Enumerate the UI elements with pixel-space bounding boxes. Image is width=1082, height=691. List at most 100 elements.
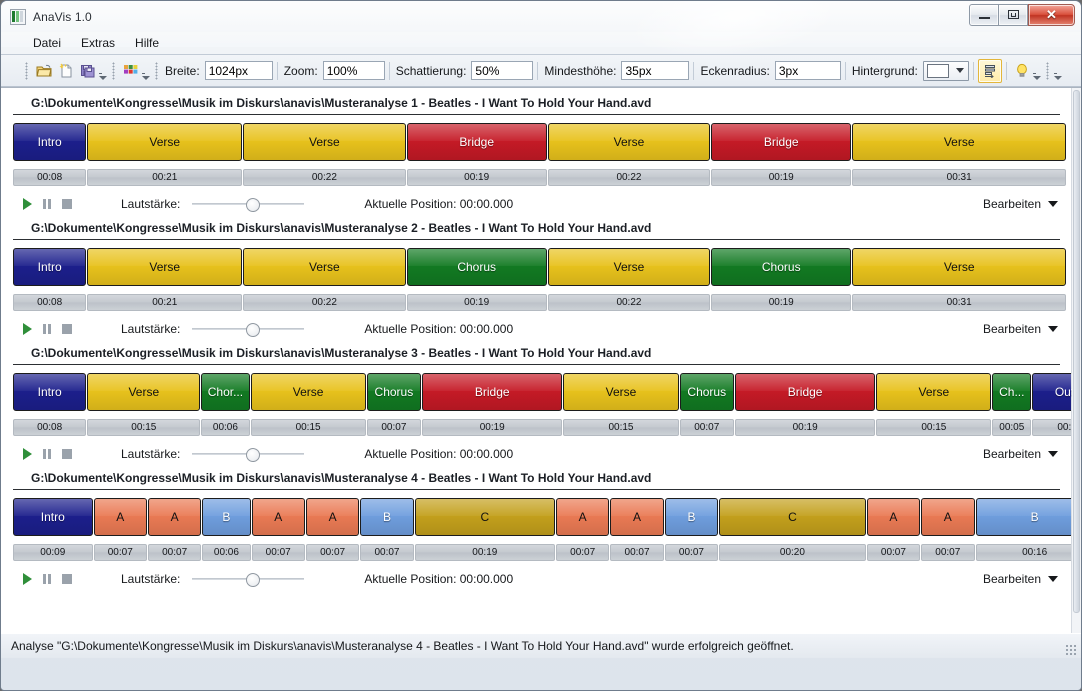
palette-toolbar-overflow-icon[interactable] xyxy=(142,60,153,82)
play-button[interactable] xyxy=(17,194,37,214)
maximize-button[interactable] xyxy=(999,3,1028,26)
segment-block[interactable]: C xyxy=(414,498,555,536)
segment-label: Verse xyxy=(918,385,950,399)
volume-slider[interactable] xyxy=(192,570,305,588)
pause-button[interactable] xyxy=(37,319,57,339)
play-button[interactable] xyxy=(17,569,37,589)
color-palette-icon[interactable] xyxy=(120,60,142,82)
segment-label: Verse xyxy=(943,135,975,149)
pause-button[interactable] xyxy=(37,444,57,464)
segment-block[interactable]: C xyxy=(719,498,866,536)
segment-block[interactable]: Verse xyxy=(87,373,201,411)
stop-button[interactable] xyxy=(57,319,77,339)
segment-block[interactable]: Intro xyxy=(13,373,87,411)
edit-menu-button[interactable]: Bearbeiten xyxy=(983,447,1060,461)
segment-block[interactable]: Intro xyxy=(13,123,87,161)
segment-block[interactable]: B xyxy=(975,498,1072,536)
schattierung-input[interactable] xyxy=(471,61,534,80)
duration-cell: 00:07 xyxy=(679,419,734,436)
palette-toolbar-grip[interactable] xyxy=(112,61,115,80)
volume-slider[interactable] xyxy=(192,320,305,338)
slider-knob[interactable] xyxy=(246,448,261,462)
file-toolbar-overflow-icon[interactable] xyxy=(99,60,110,82)
segment-block[interactable]: Verse xyxy=(87,123,243,161)
segment-block[interactable]: Verse xyxy=(876,373,992,411)
segment-block[interactable]: Verse xyxy=(250,373,366,411)
segment-block[interactable]: A xyxy=(921,498,975,536)
segment-block[interactable]: Chorus xyxy=(406,248,547,286)
segment-block[interactable]: Chorus xyxy=(711,248,852,286)
stop-icon xyxy=(62,449,72,459)
segment-block[interactable]: Chor... xyxy=(201,373,250,411)
eckenradius-input[interactable] xyxy=(774,61,841,80)
slider-knob[interactable] xyxy=(246,198,261,212)
segment-block[interactable]: Verse xyxy=(852,248,1066,286)
open-folder-icon[interactable] xyxy=(33,60,55,82)
slider-knob[interactable] xyxy=(246,323,261,337)
play-button[interactable] xyxy=(17,444,37,464)
zoom-input[interactable] xyxy=(322,61,385,80)
segment-block[interactable]: B xyxy=(360,498,414,536)
stop-button[interactable] xyxy=(57,194,77,214)
stop-button[interactable] xyxy=(57,569,77,589)
segment-block[interactable]: Outro xyxy=(1032,373,1072,411)
segment-block[interactable]: Intro xyxy=(13,498,93,536)
segment-block[interactable]: A xyxy=(93,498,147,536)
segment-block[interactable]: Verse xyxy=(243,248,406,286)
segment-block[interactable]: A xyxy=(555,498,610,536)
segment-block[interactable]: A xyxy=(147,498,202,536)
new-document-icon[interactable] xyxy=(55,60,77,82)
segment-block[interactable]: Verse xyxy=(87,248,243,286)
segment-block[interactable]: Intro xyxy=(13,248,87,286)
edit-menu-button[interactable]: Bearbeiten xyxy=(983,197,1060,211)
menu-item-extras[interactable]: Extras xyxy=(71,34,125,52)
segment-block[interactable]: Verse xyxy=(852,123,1066,161)
toolbar-end-grip[interactable] xyxy=(1045,61,1049,80)
segment-block[interactable]: Bridge xyxy=(711,123,852,161)
analysis-divider xyxy=(13,114,1060,115)
segment-block[interactable]: Bridge xyxy=(734,373,876,411)
toolbar-chevron-icon[interactable] xyxy=(1054,60,1065,82)
volume-slider[interactable] xyxy=(192,195,305,213)
segment-block[interactable]: Ch... xyxy=(992,373,1032,411)
segment-block[interactable]: Chorus xyxy=(679,373,734,411)
close-button[interactable]: ✕ xyxy=(1028,3,1075,26)
play-button[interactable] xyxy=(17,319,37,339)
segment-block[interactable]: A xyxy=(610,498,664,536)
volume-slider[interactable] xyxy=(192,445,305,463)
mindesthoehe-input[interactable] xyxy=(621,61,690,80)
edit-menu-button[interactable]: Bearbeiten xyxy=(983,572,1060,586)
toolbar-overflow-icon[interactable] xyxy=(1033,60,1044,82)
resize-grip-icon[interactable] xyxy=(1065,644,1077,656)
minimize-button[interactable] xyxy=(969,3,999,26)
menu-item-hilfe[interactable]: Hilfe xyxy=(125,34,169,52)
segment-block[interactable]: Chorus xyxy=(366,373,422,411)
segment-block[interactable]: Bridge xyxy=(406,123,547,161)
scrollbar-thumb[interactable] xyxy=(1073,90,1080,614)
pause-button[interactable] xyxy=(37,569,57,589)
segment-block[interactable]: Verse xyxy=(547,123,711,161)
segment-block[interactable]: Verse xyxy=(563,373,679,411)
breite-input[interactable] xyxy=(204,61,273,80)
segment-block[interactable]: B xyxy=(664,498,719,536)
segment-block[interactable]: A xyxy=(251,498,305,536)
lightbulb-icon[interactable] xyxy=(1011,60,1033,82)
toolbar-grip[interactable] xyxy=(25,61,28,80)
options-toolbar-grip[interactable] xyxy=(155,61,158,80)
layout-icon[interactable] xyxy=(977,58,1002,83)
segment-block[interactable]: A xyxy=(305,498,360,536)
segment-block[interactable]: Bridge xyxy=(422,373,563,411)
analysis-section: G:\Dokumente\Kongresse\Musik im Diskurs\… xyxy=(1,467,1072,592)
menu-item-datei[interactable]: Datei xyxy=(23,34,71,52)
segment-block[interactable]: Verse xyxy=(243,123,406,161)
save-icon[interactable] xyxy=(77,60,99,82)
hintergrund-color-select[interactable] xyxy=(922,60,969,81)
pause-button[interactable] xyxy=(37,194,57,214)
stop-button[interactable] xyxy=(57,444,77,464)
slider-knob[interactable] xyxy=(246,573,261,587)
segment-block[interactable]: A xyxy=(866,498,921,536)
segment-block[interactable]: Verse xyxy=(547,248,711,286)
segment-block[interactable]: B xyxy=(202,498,251,536)
edit-menu-button[interactable]: Bearbeiten xyxy=(983,322,1060,336)
vertical-scrollbar[interactable] xyxy=(1071,88,1081,633)
